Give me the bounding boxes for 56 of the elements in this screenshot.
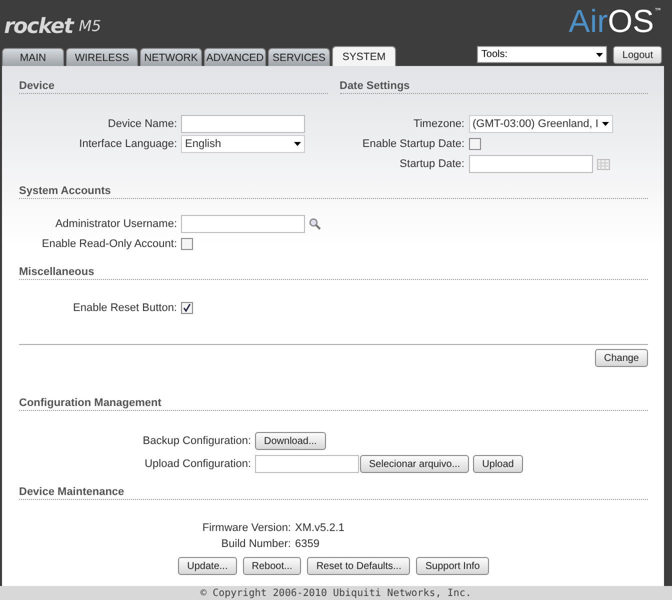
field-label: Administrator Username: [54, 218, 177, 230]
field-label: Interface Language: [78, 138, 177, 150]
nav-tab[interactable]: SERVICES [268, 48, 330, 66]
info-label: Build Number: [220, 538, 291, 550]
nav-tab[interactable]: NETWORK [140, 48, 202, 66]
field-label: Enable Startup Date: [361, 138, 464, 150]
logout-button[interactable]: Logout [613, 46, 662, 64]
dropdown[interactable]: (GMT-03:00) Greenland, I [468, 115, 614, 133]
upload-button[interactable]: Upload [473, 455, 523, 473]
maintenance-button[interactable]: Reboot... [242, 557, 302, 575]
download-button[interactable]: Download... [255, 432, 326, 450]
section-title: Device [19, 80, 328, 94]
field-label: Device Name: [106, 118, 177, 130]
brand-logo: OS [608, 3, 654, 40]
date-field[interactable] [468, 155, 592, 173]
maintenance-button[interactable]: Update... [178, 557, 237, 575]
section-title: Configuration Management [19, 397, 648, 411]
search-icon[interactable] [309, 218, 321, 230]
tools-dropdown[interactable]: Tools: [477, 46, 608, 63]
section-title: Miscellaneous [19, 266, 648, 280]
choose-file-button[interactable]: Selecionar arquivo... [360, 455, 470, 473]
nav-tab[interactable]: WIRELESS [66, 48, 138, 66]
maintenance-button[interactable]: Support Info [416, 557, 489, 575]
section-title: System Accounts [19, 185, 648, 199]
field-label: Enable Reset Button: [72, 302, 177, 314]
change-button[interactable]: Change [594, 349, 648, 367]
field-label: Enable Read-Only Account: [40, 238, 177, 250]
info-label: Firmware Version: [201, 522, 291, 534]
field-label: Startup Date: [398, 158, 464, 170]
trademark: ™ [654, 7, 662, 16]
caret-icon [602, 122, 610, 126]
text-field[interactable] [181, 215, 305, 233]
text-field[interactable] [181, 115, 305, 133]
nav-tab[interactable]: MAIN [2, 48, 64, 66]
calendar-icon[interactable] [596, 158, 610, 170]
checkbox[interactable] [468, 138, 480, 150]
section-title: Date Settings [340, 80, 648, 94]
model-logo: M5 [78, 17, 102, 35]
copyright: © Copyright 2006-2010 Ubiquiti Networks, Inc. [0, 586, 672, 600]
brand-logo: Air [568, 3, 608, 40]
caret-icon [596, 52, 604, 56]
info-value: XM.v5.2.1 [295, 522, 345, 534]
file-field[interactable] [255, 455, 359, 473]
checkbox[interactable] [181, 302, 193, 314]
caret-icon [294, 142, 301, 146]
field-label: Timezone: [412, 118, 464, 130]
section-title: Device Maintenance [19, 486, 648, 500]
info-value: 6359 [295, 538, 320, 550]
dropdown[interactable]: English [181, 135, 305, 153]
nav-tab[interactable]: SYSTEM [332, 46, 396, 66]
checkbox[interactable] [181, 238, 193, 250]
field-label: Upload Configuration: [144, 458, 251, 470]
maintenance-button[interactable]: Reset to Defaults... [307, 557, 410, 575]
field-label: Backup Configuration: [142, 435, 251, 447]
product-logo: rocket [4, 14, 73, 38]
nav-tab[interactable]: ADVANCED [204, 48, 266, 66]
